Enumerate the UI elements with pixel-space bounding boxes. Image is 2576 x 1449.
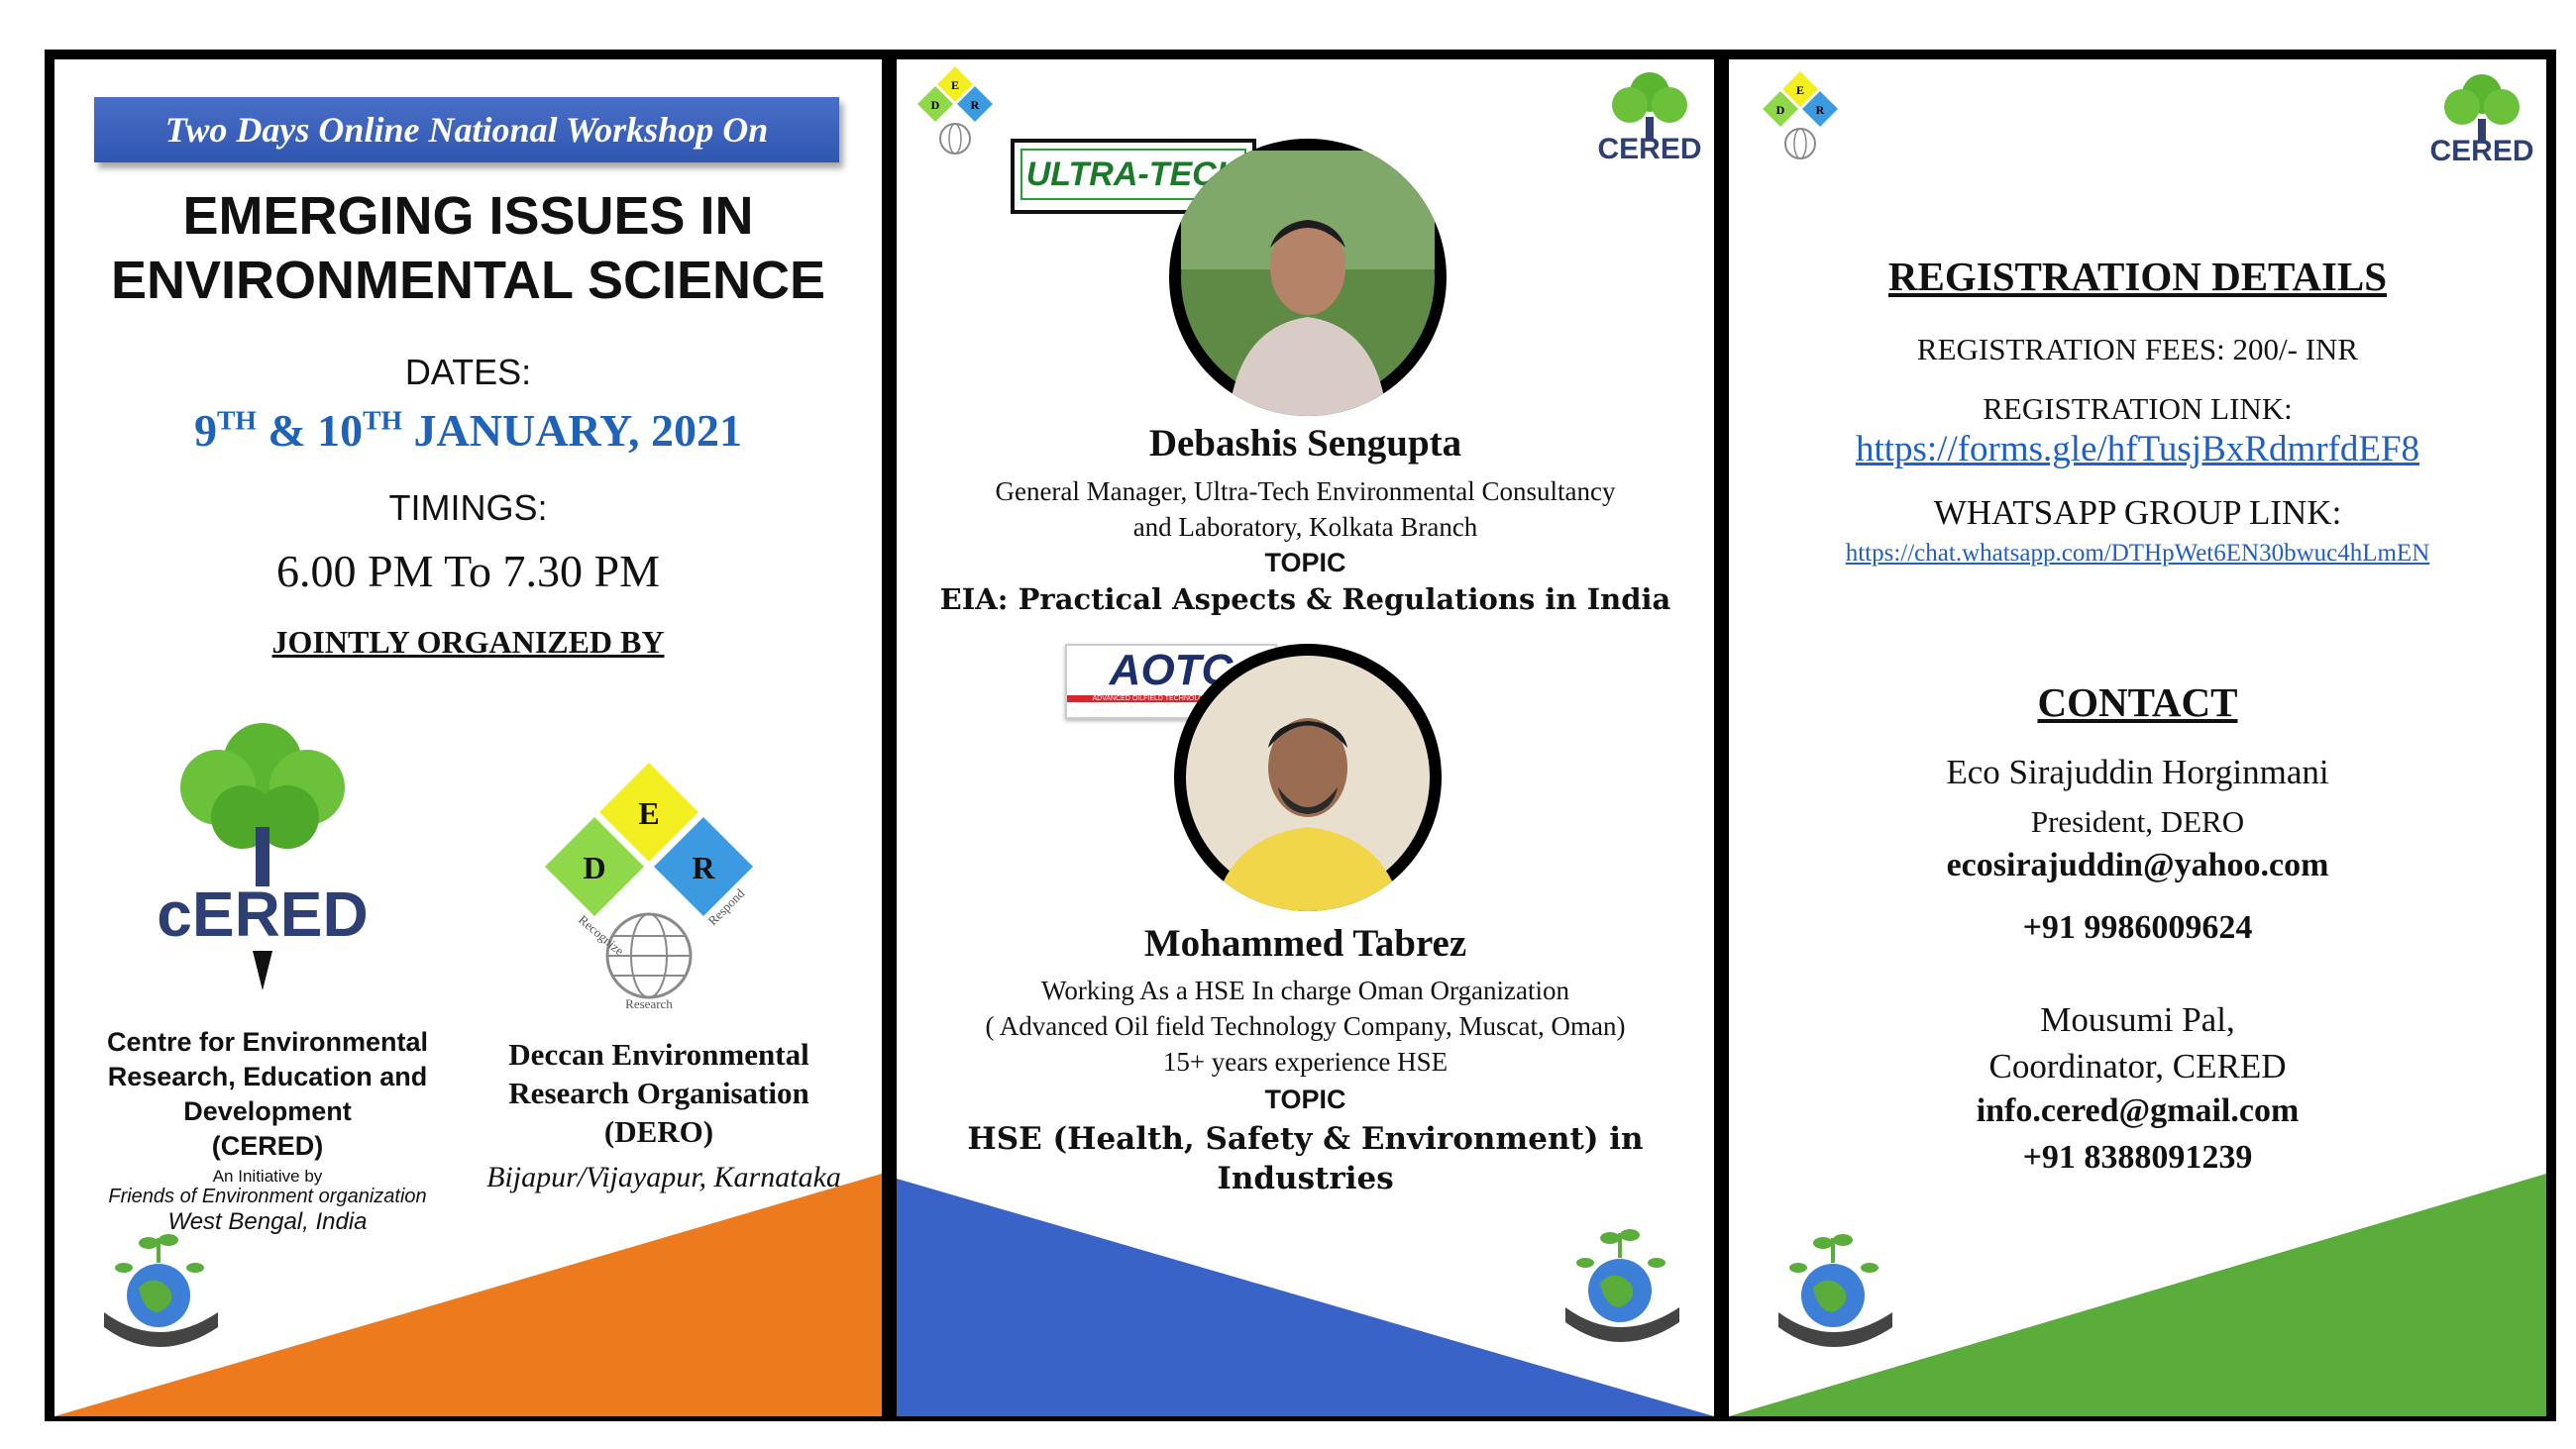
- workshop-title-line1: EMERGING ISSUES IN: [182, 186, 754, 246]
- speaker2-topic: HSE (Health, Safety & Environment) in In…: [967, 1121, 1644, 1196]
- globe-icon: [939, 123, 971, 155]
- svg-text:R: R: [971, 98, 980, 112]
- contact1-phone[interactable]: +91 9986009624: [1729, 909, 2546, 947]
- speaker1-photo: [1169, 139, 1447, 416]
- svg-text:Research: Research: [625, 996, 673, 1010]
- contact1-name: Eco Sirajuddin Horginmani: [1946, 753, 2329, 791]
- speaker1-role: General Manager, Ultra-Tech Environmenta…: [995, 476, 1616, 542]
- speaker2-name: Mohammed Tabrez: [1143, 922, 1467, 965]
- workshop-title-line2: ENVIRONMENTAL SCIENCE: [110, 251, 826, 310]
- speaker1-name: Debashis Sengupta: [1148, 422, 1462, 465]
- registration-heading: REGISTRATION DETAILS: [1887, 254, 2388, 299]
- contact2-name: Mousumi Pal,: [2040, 1000, 2235, 1039]
- dates-label: DATES:: [404, 352, 532, 392]
- timings-label: TIMINGS:: [388, 487, 548, 528]
- whatsapp-link-label: WHATSAPP GROUP LINK:: [1933, 493, 2342, 532]
- panel-registration-contact: E D R CERED REGISTRATION DETAILS REGISTR…: [1729, 59, 2546, 1416]
- pen-nib-icon: [253, 951, 272, 990]
- workshop-timings: 6.00 PM To 7.30 PM: [275, 546, 661, 596]
- speaker2-role: Working As a HSE In charge Oman Organiza…: [985, 976, 1626, 1077]
- speaker2-portrait: [1186, 656, 1430, 911]
- earth-in-hand-icon: [1546, 1213, 1694, 1352]
- dero-full-name: Deccan Environmental Research Organisati…: [508, 1037, 809, 1149]
- registration-fees: REGISTRATION FEES: 200/- INR: [1916, 332, 2359, 366]
- earth-in-hand-icon: [1759, 1218, 1907, 1357]
- cered-logo: cERED: [149, 708, 376, 995]
- globe-icon: [605, 912, 693, 999]
- panel-workshop-info: Two Days Online National Workshop On EME…: [54, 59, 882, 1416]
- tree-icon: cERED: [157, 723, 369, 990]
- dero-logo-small: E D R: [1754, 69, 1848, 163]
- whatsapp-group-link[interactable]: https://chat.whatsapp.com/DTHpWet6EN30bw…: [1729, 540, 2546, 568]
- svg-text:D: D: [583, 850, 605, 885]
- registration-link[interactable]: https://forms.gle/hfTusjBxRdmrfdEF8: [1729, 428, 2546, 470]
- contact2-phone[interactable]: +91 8388091239: [1729, 1139, 2546, 1177]
- dero-logo-small: E D R: [909, 64, 1003, 158]
- contact2-email[interactable]: info.cered@gmail.com: [1729, 1092, 2546, 1130]
- workshop-banner: Two Days Online National Workshop On: [94, 97, 839, 162]
- cered-logo-small: CERED: [1590, 67, 1709, 176]
- speaker1-topic-label: TOPIC: [1264, 548, 1346, 577]
- cered-logo-small: CERED: [2422, 69, 2541, 178]
- contact-heading: CONTACT: [2037, 679, 2238, 725]
- contact1-role: President, DERO: [2030, 804, 2245, 839]
- svg-text:D: D: [931, 98, 940, 112]
- panel-speakers: E D R CERED ULTRA-TECH Debashis Sengupta: [897, 59, 1714, 1416]
- contact1-email[interactable]: ecosirajuddin@yahoo.com: [1729, 847, 2546, 884]
- svg-text:cERED: cERED: [157, 879, 368, 950]
- dero-location: Bijapur/Vijayapur, Karnataka: [486, 1161, 841, 1193]
- svg-text:CERED: CERED: [1597, 133, 1701, 165]
- svg-text:E: E: [1796, 83, 1804, 97]
- svg-text:R: R: [1816, 103, 1825, 117]
- dero-logo: E D R Recognize Respond Research: [520, 753, 778, 1011]
- globe-icon: [1784, 128, 1816, 159]
- speaker2-topic-label: TOPIC: [1264, 1085, 1346, 1114]
- workshop-dates: 9TH & 10TH JANUARY, 2021: [193, 404, 743, 456]
- registration-link-label: REGISTRATION LINK:: [1983, 391, 2293, 426]
- svg-text:E: E: [951, 78, 959, 92]
- svg-text:CERED: CERED: [2429, 135, 2533, 167]
- cered-full-name: Centre for Environmental Research, Educa…: [106, 1027, 429, 1161]
- jointly-organized-heading: JOINTLY ORGANIZED BY: [271, 624, 665, 660]
- speaker1-portrait: [1181, 151, 1435, 416]
- svg-text:D: D: [1776, 103, 1785, 117]
- earth-in-hand-icon: [84, 1218, 233, 1357]
- svg-text:R: R: [692, 850, 715, 885]
- svg-text:E: E: [638, 795, 659, 831]
- contact2-role: Coordinator, CERED: [1988, 1047, 2287, 1086]
- speaker2-photo: [1174, 644, 1442, 911]
- speaker1-topic: EIA: Practical Aspects & Regulations in …: [939, 582, 1671, 616]
